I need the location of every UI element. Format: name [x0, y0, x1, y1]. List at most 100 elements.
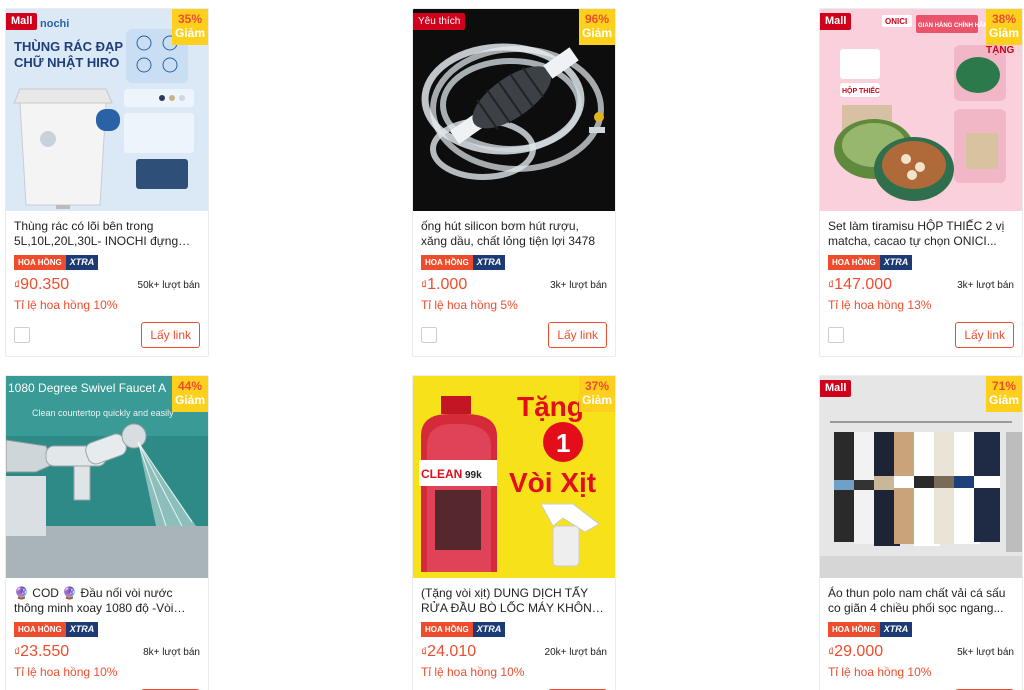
product-image[interactable]: 44% Giảm 1080 Degree Swivel Faucet A Cle… [6, 376, 208, 578]
get-link-button[interactable]: Lấy link [955, 322, 1014, 348]
product-price: ₫147.000 [828, 276, 892, 294]
product-image[interactable]: Mall 71% Giảm [820, 376, 1022, 578]
svg-text:CHỮ NHẬT HIRO: CHỮ NHẬT HIRO [14, 55, 119, 70]
commission-rate: Tỉ lệ hoa hồng 10% [14, 665, 118, 679]
discount-value: 35% [177, 12, 203, 26]
svg-text:1080 Degree Swivel Faucet A: 1080 Degree Swivel Faucet A [8, 381, 166, 395]
product-card[interactable]: Mall 71% Giảm Áo thun polo nam chất vải … [819, 375, 1023, 690]
product-card[interactable]: 37% Giảm Tặng 1 Vòi Xịt CLEAN 99k (Tặng … [412, 375, 616, 690]
svg-text:Clean countertop quickly and e: Clean countertop quickly and easily [32, 408, 174, 418]
svg-text:ONICI: ONICI [885, 17, 907, 26]
product-card[interactable]: 44% Giảm 1080 Degree Swivel Faucet A Cle… [5, 375, 209, 690]
svg-text:THÙNG RÁC ĐẠP: THÙNG RÁC ĐẠP [14, 39, 123, 54]
sold-count: 5k+ lượt bán [957, 646, 1014, 658]
price-value: 24.010 [427, 643, 477, 660]
product-title[interactable]: Set làm tiramisu HỘP THIẾC 2 vị matcha, … [828, 219, 1014, 249]
commission-badge-right: XTRA [65, 622, 99, 637]
svg-text:Tặng: Tặng [517, 391, 584, 422]
svg-text:Vòi Xịt: Vòi Xịt [509, 467, 596, 498]
commission-rate: Tỉ lệ hoa hồng 10% [14, 298, 118, 312]
product-title[interactable]: 🔮 COD 🔮 Đầu nối vòi nước thông minh xoay… [14, 586, 200, 616]
product-price: ₫24.010 [421, 643, 476, 661]
product-title[interactable]: (Tặng vòi xịt) DUNG DỊCH TẨY RỬA ĐẦU BÒ … [421, 586, 607, 616]
commission-xtra-badge: HOA HỒNG XTRA [421, 255, 506, 270]
commission-rate: Tỉ lệ hoa hồng 10% [828, 665, 932, 679]
discount-label: Giảm [174, 393, 205, 407]
svg-text:nochi: nochi [40, 18, 69, 30]
commission-badge-left: HOA HỒNG [14, 622, 66, 637]
commission-rate: Tỉ lệ hoa hồng 13% [828, 298, 932, 312]
discount-badge: 35% Giảm [172, 9, 208, 45]
favorite-badge: Yêu thích [413, 13, 466, 30]
commission-rate: Tỉ lệ hoa hồng 10% [421, 665, 525, 679]
product-title[interactable]: Thùng rác có lõi bên trong 5L,10L,20L,30… [14, 219, 200, 249]
mall-badge: Mall [820, 380, 852, 397]
discount-label: Giảm [581, 393, 612, 407]
sold-count: 20k+ lượt bán [544, 646, 607, 658]
commission-rate: Tỉ lệ hoa hồng 5% [421, 298, 518, 312]
svg-text:1: 1 [556, 428, 570, 458]
product-image[interactable]: Yêu thích 96% Giảm [413, 9, 615, 211]
discount-label: Giảm [581, 26, 612, 40]
discount-badge: 38% Giảm [986, 9, 1022, 45]
commission-badge-right: XTRA [472, 622, 506, 637]
svg-text:99k: 99k [465, 470, 482, 481]
sold-count: 3k+ lượt bán [957, 279, 1014, 291]
mall-badge: Mall [820, 13, 852, 30]
sold-count: 3k+ lượt bán [550, 279, 607, 291]
sold-count: 8k+ lượt bán [143, 646, 200, 658]
get-link-button[interactable]: Lấy link [141, 322, 200, 348]
discount-value: 96% [584, 12, 610, 26]
discount-value: 71% [991, 379, 1017, 393]
commission-badge-left: HOA HỒNG [421, 622, 473, 637]
commission-xtra-badge: HOA HỒNG XTRA [14, 255, 99, 270]
product-card[interactable]: Mall 38% Giảm ONICI GIAN HÀNG CHÍNH HÃNG… [819, 8, 1023, 357]
product-image[interactable]: Mall 35% Giảm nochi THÙNG RÁC ĐẠP CHỮ NH… [6, 9, 208, 211]
discount-label: Giảm [174, 26, 205, 40]
mall-badge: Mall [6, 13, 38, 30]
commission-xtra-badge: HOA HỒNG XTRA [828, 622, 913, 637]
discount-value: 44% [177, 379, 203, 393]
product-card[interactable]: Yêu thích 96% Giảm ống hút silicon bơm h… [412, 8, 616, 357]
commission-xtra-badge: HOA HỒNG XTRA [828, 255, 913, 270]
commission-badge-left: HOA HỒNG [14, 255, 66, 270]
price-value: 90.350 [20, 276, 70, 293]
product-title[interactable]: Áo thun polo nam chất vải cá sấu co giãn… [828, 586, 1014, 616]
product-image[interactable]: Mall 38% Giảm ONICI GIAN HÀNG CHÍNH HÃNG… [820, 9, 1022, 211]
price-value: 29.000 [834, 643, 884, 660]
price-value: 147.000 [834, 276, 893, 293]
commission-badge-left: HOA HỒNG [421, 255, 473, 270]
commission-xtra-badge: HOA HỒNG XTRA [421, 622, 506, 637]
product-card[interactable]: Mall 35% Giảm nochi THÙNG RÁC ĐẠP CHỮ NH… [5, 8, 209, 357]
commission-badge-right: XTRA [879, 255, 913, 270]
product-title[interactable]: ống hút silicon bơm hút rượu, xăng dầu, … [421, 219, 607, 249]
select-checkbox[interactable] [14, 327, 30, 343]
commission-badge-right: XTRA [879, 622, 913, 637]
commission-badge-right: XTRA [65, 255, 99, 270]
product-price: ₫90.350 [14, 276, 69, 294]
discount-badge: 96% Giảm [579, 9, 615, 45]
price-value: 23.550 [20, 643, 70, 660]
discount-badge: 44% Giảm [172, 376, 208, 412]
product-price: ₫23.550 [14, 643, 69, 661]
get-link-button[interactable]: Lấy link [548, 322, 607, 348]
discount-value: 37% [584, 379, 610, 393]
select-checkbox[interactable] [421, 327, 437, 343]
svg-text:CLEAN: CLEAN [421, 467, 462, 481]
commission-badge-right: XTRA [472, 255, 506, 270]
discount-label: Giảm [988, 26, 1019, 40]
commission-badge-left: HOA HỒNG [828, 622, 880, 637]
discount-badge: 71% Giảm [986, 376, 1022, 412]
commission-badge-left: HOA HỒNG [828, 255, 880, 270]
discount-label: Giảm [988, 393, 1019, 407]
commission-xtra-badge: HOA HỒNG XTRA [14, 622, 99, 637]
product-price: ₫1.000 [421, 276, 467, 294]
svg-text:GIAN HÀNG CHÍNH HÃNG: GIAN HÀNG CHÍNH HÃNG [918, 21, 993, 29]
price-value: 1.000 [427, 276, 468, 293]
product-price: ₫29.000 [828, 643, 883, 661]
discount-value: 38% [991, 12, 1017, 26]
product-image[interactable]: 37% Giảm Tặng 1 Vòi Xịt CLEAN 99k [413, 376, 615, 578]
select-checkbox[interactable] [828, 327, 844, 343]
discount-badge: 37% Giảm [579, 376, 615, 412]
sold-count: 50k+ lượt bán [137, 279, 200, 291]
